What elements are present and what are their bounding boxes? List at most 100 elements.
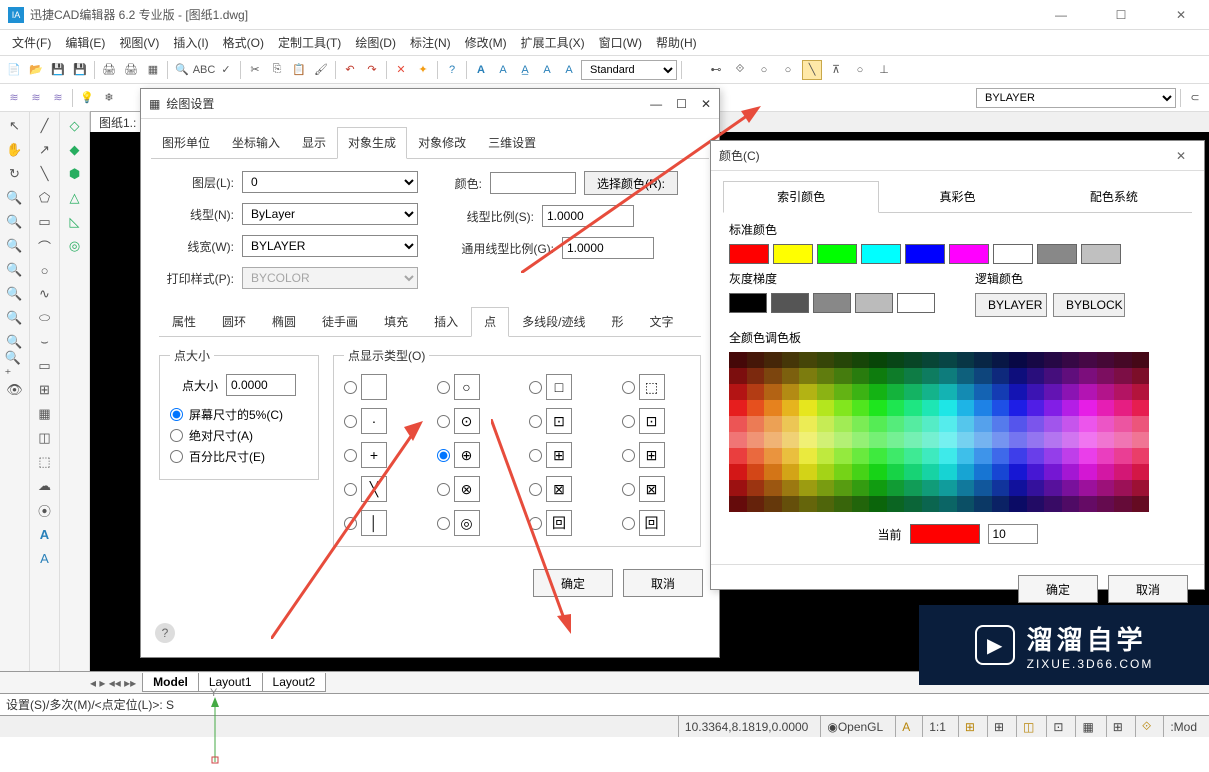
- palette-cell[interactable]: [992, 448, 1010, 464]
- palette-cell[interactable]: [1079, 384, 1097, 400]
- tab-objmod[interactable]: 对象修改: [407, 127, 477, 158]
- open-icon[interactable]: 📂: [26, 60, 46, 80]
- gray-color-swatch[interactable]: [897, 293, 935, 313]
- palette-cell[interactable]: [1027, 352, 1045, 368]
- close-button[interactable]: ✕: [1161, 8, 1201, 22]
- palette-cell[interactable]: [817, 432, 835, 448]
- palette-cell[interactable]: [939, 352, 957, 368]
- palette-cell[interactable]: [1079, 416, 1097, 432]
- palette-cell[interactable]: [939, 432, 957, 448]
- palette-cell[interactable]: [869, 368, 887, 384]
- palette-cell[interactable]: [817, 400, 835, 416]
- palette-cell[interactable]: [764, 400, 782, 416]
- box-icon[interactable]: ◇: [65, 116, 85, 136]
- block-icon[interactable]: ▭: [35, 356, 55, 376]
- palette-cell[interactable]: [1062, 416, 1080, 432]
- audit-icon[interactable]: ✓: [216, 60, 236, 80]
- cone-icon[interactable]: △: [65, 188, 85, 208]
- zoom-win-icon[interactable]: 🔍: [5, 260, 25, 280]
- status-snap2[interactable]: ⊞: [987, 716, 1010, 737]
- palette-cell[interactable]: [904, 464, 922, 480]
- zoom-in-icon[interactable]: 🔍: [5, 188, 25, 208]
- pt-style-8[interactable]: +: [361, 442, 387, 468]
- palette-cell[interactable]: [974, 448, 992, 464]
- palette-cell[interactable]: [1009, 496, 1027, 512]
- palette-cell[interactable]: [869, 496, 887, 512]
- palette-cell[interactable]: [1062, 480, 1080, 496]
- subtab-donut[interactable]: 圆环: [209, 307, 259, 336]
- palette-cell[interactable]: [904, 368, 922, 384]
- pt-style-18[interactable]: 回: [546, 510, 572, 536]
- palette-cell[interactable]: [852, 480, 870, 496]
- palette-cell[interactable]: [817, 368, 835, 384]
- pt-style-12[interactable]: ╳: [361, 476, 387, 502]
- palette-cell[interactable]: [799, 400, 817, 416]
- pline-icon[interactable]: ╲: [35, 164, 55, 184]
- copy-icon[interactable]: ⎘: [267, 60, 287, 80]
- palette-cell[interactable]: [1027, 496, 1045, 512]
- status-snap5[interactable]: ▦: [1075, 716, 1099, 737]
- palette-cell[interactable]: [1114, 400, 1132, 416]
- palette-cell[interactable]: [834, 496, 852, 512]
- pt-r7[interactable]: [622, 415, 635, 428]
- palette-cell[interactable]: [1044, 480, 1062, 496]
- palette-cell[interactable]: [1097, 496, 1115, 512]
- subtab-point[interactable]: 点: [471, 307, 509, 337]
- palette-cell[interactable]: [887, 432, 905, 448]
- palette-cell[interactable]: [992, 480, 1010, 496]
- polygon-icon[interactable]: ⬠: [35, 188, 55, 208]
- new-icon[interactable]: 📄: [4, 60, 24, 80]
- palette-cell[interactable]: [1132, 352, 1150, 368]
- menu-modify[interactable]: 修改(M): [459, 32, 513, 53]
- zoom-ext-icon[interactable]: 🔍: [5, 284, 25, 304]
- palette-cell[interactable]: [782, 368, 800, 384]
- palette-cell[interactable]: [939, 400, 957, 416]
- palette-cell[interactable]: [1027, 384, 1045, 400]
- palette-cell[interactable]: [852, 432, 870, 448]
- pt-opt2-radio[interactable]: [170, 429, 183, 442]
- sphere-icon[interactable]: ◆: [65, 140, 85, 160]
- palette-cell[interactable]: [974, 400, 992, 416]
- snap-mid-icon[interactable]: ⟐: [730, 60, 750, 80]
- zoom-prev-icon[interactable]: 🔍: [5, 332, 25, 352]
- palette-cell[interactable]: [782, 416, 800, 432]
- palette-cell[interactable]: [1044, 384, 1062, 400]
- snap-tan-icon[interactable]: ○: [850, 60, 870, 80]
- pt-style-4[interactable]: ·: [361, 408, 387, 434]
- pt-opt3-radio[interactable]: [170, 450, 183, 463]
- menu-file[interactable]: 文件(F): [6, 32, 57, 53]
- palette-cell[interactable]: [922, 352, 940, 368]
- palette-cell[interactable]: [922, 448, 940, 464]
- palette-cell[interactable]: [1114, 368, 1132, 384]
- palette-cell[interactable]: [992, 432, 1010, 448]
- palette-cell[interactable]: [1044, 368, 1062, 384]
- palette-cell[interactable]: [852, 448, 870, 464]
- palette-cell[interactable]: [1009, 352, 1027, 368]
- snap-cen-icon[interactable]: ○: [754, 60, 774, 80]
- palette-cell[interactable]: [974, 480, 992, 496]
- palette-cell[interactable]: [1114, 432, 1132, 448]
- palette-cell[interactable]: [782, 480, 800, 496]
- pt-style-19[interactable]: 回: [639, 510, 665, 536]
- palette-cell[interactable]: [887, 352, 905, 368]
- tab-units[interactable]: 图形单位: [151, 127, 221, 158]
- pt-style-10[interactable]: ⊞: [546, 442, 572, 468]
- pt-style-11[interactable]: ⊞: [639, 442, 665, 468]
- palette-cell[interactable]: [957, 368, 975, 384]
- pt-r12[interactable]: [344, 483, 357, 496]
- palette-cell[interactable]: [1114, 416, 1132, 432]
- subtab-text[interactable]: 文字: [636, 307, 686, 336]
- spell-icon[interactable]: ABC: [194, 60, 214, 80]
- text-style-a3[interactable]: A̲: [515, 60, 535, 80]
- palette-cell[interactable]: [1132, 368, 1150, 384]
- palette-cell[interactable]: [939, 416, 957, 432]
- lineweight-combo[interactable]: BYLAYER: [242, 235, 418, 257]
- palette-cell[interactable]: [887, 496, 905, 512]
- std-color-swatch[interactable]: [993, 244, 1033, 264]
- freeze-icon[interactable]: ❄: [99, 88, 119, 108]
- palette-cell[interactable]: [1079, 368, 1097, 384]
- subtab-ellipse[interactable]: 椭圆: [259, 307, 309, 336]
- dlg-cancel-button[interactable]: 取消: [623, 569, 703, 597]
- hatch-icon[interactable]: ▦: [35, 404, 55, 424]
- wedge-icon[interactable]: ◺: [65, 212, 85, 232]
